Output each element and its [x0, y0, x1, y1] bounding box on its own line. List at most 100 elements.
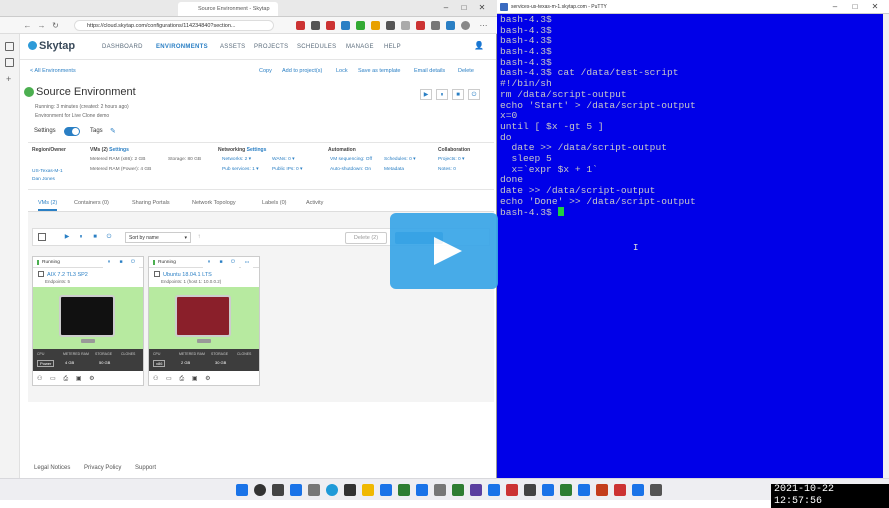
forward-icon[interactable]: →: [36, 20, 47, 31]
support-link[interactable]: Support: [135, 465, 156, 471]
nav-environments[interactable]: ENVIRONMENTS: [156, 44, 208, 50]
app-icon[interactable]: [614, 484, 626, 496]
app-icon[interactable]: [452, 484, 464, 496]
nav-manage[interactable]: MANAGE: [346, 44, 374, 50]
settings-toggle[interactable]: [64, 127, 80, 136]
explorer-icon[interactable]: [362, 484, 374, 496]
maximize-icon[interactable]: □: [849, 1, 861, 13]
more-icon[interactable]: •••: [241, 257, 253, 268]
app-icon[interactable]: [416, 484, 428, 496]
app-icon[interactable]: [632, 484, 644, 496]
start-icon[interactable]: [236, 484, 248, 496]
power-icon[interactable]: ⏻: [468, 89, 480, 100]
breadcrumb[interactable]: < All Environments: [30, 68, 76, 74]
extension-icon[interactable]: [371, 21, 380, 30]
pub-services-value[interactable]: Pub services: 1 ▾: [222, 167, 259, 172]
skytap-logo[interactable]: Skytap: [28, 40, 75, 52]
projects-value[interactable]: Projects: 0 ▾: [438, 157, 464, 162]
word-icon[interactable]: [578, 484, 590, 496]
vm-cpu[interactable]: x86: [153, 360, 166, 367]
sort-select[interactable]: Sort by name ▾: [125, 232, 191, 243]
vm-thumbnail[interactable]: [33, 287, 143, 349]
nav-projects[interactable]: PROJECTS: [254, 44, 288, 50]
vms-settings-link[interactable]: Settings: [109, 147, 129, 153]
email-details-action[interactable]: Email details: [414, 68, 445, 74]
extension-icon[interactable]: [386, 21, 395, 30]
vm-ram[interactable]: 2 GB: [179, 360, 192, 365]
nav-assets[interactable]: ASSETS: [220, 44, 245, 50]
tab-vms[interactable]: VMs (2): [38, 200, 58, 211]
vm-card[interactable]: Running ⏸ ■ ⏻ AIX 7.2 TL3 SP2 Endpoints:…: [32, 256, 144, 386]
tab-labels[interactable]: Labels (0): [262, 200, 286, 206]
add-icon[interactable]: +: [6, 74, 11, 84]
tab-sharing-portals[interactable]: Sharing Portals: [132, 200, 170, 206]
auto-shutdown-value[interactable]: Auto-shutdown: On: [330, 167, 371, 172]
schedules-value[interactable]: Schedules: 0 ▾: [384, 157, 415, 162]
vm-checkbox[interactable]: [38, 271, 44, 277]
extension-icon[interactable]: [416, 21, 425, 30]
vm-card[interactable]: Running ⏸ ■ ⏻ ••• Ubuntu 18.04.1 LTS End…: [148, 256, 260, 386]
tabs-icon[interactable]: [5, 42, 14, 51]
search-icon[interactable]: [254, 484, 266, 496]
close-icon[interactable]: ✕: [869, 1, 881, 13]
networks-value[interactable]: Networks: 2 ▾: [222, 157, 251, 162]
terminal-app-icon[interactable]: [344, 484, 356, 496]
nav-schedules[interactable]: SCHEDULES: [297, 44, 336, 50]
nav-help[interactable]: HELP: [384, 44, 401, 50]
vm-checkbox[interactable]: [154, 271, 160, 277]
edit-tags-icon[interactable]: ✎: [110, 127, 116, 135]
menu-icon[interactable]: ⋯: [478, 20, 489, 31]
user-icon[interactable]: 👤: [474, 41, 484, 50]
extension-icon[interactable]: [401, 21, 410, 30]
vm-ram[interactable]: 4 GB: [63, 360, 76, 365]
vm-name[interactable]: Ubuntu 18.04.1 LTS: [154, 271, 212, 278]
region-value[interactable]: US-Texas-M-1: [32, 169, 63, 174]
suspend-icon[interactable]: ⏸: [436, 89, 448, 100]
refresh-icon[interactable]: ↻: [50, 20, 61, 31]
extension-icon[interactable]: [311, 21, 320, 30]
clock[interactable]: 2021-10-22 12:57:56: [771, 484, 889, 508]
shutdown-icon[interactable]: ■: [215, 257, 227, 268]
vm-sequencing-value[interactable]: VM sequencing: Off: [330, 157, 372, 162]
profile-icon[interactable]: [461, 21, 470, 30]
lock-action[interactable]: Lock: [336, 68, 348, 74]
networking-settings-link[interactable]: Settings: [247, 147, 267, 153]
vm-action-icons[interactable]: ⚇ ▭ ⎙ ▣ ⚙: [37, 375, 98, 383]
run-icon[interactable]: ▶: [61, 232, 73, 243]
vm-action-icons[interactable]: ⚇ ▭ ⎙ ▣ ⚙: [153, 375, 214, 383]
public-ips-value[interactable]: Public IPs: 0 ▾: [272, 167, 302, 172]
shutdown-icon[interactable]: ■: [115, 257, 127, 268]
app-icon[interactable]: [434, 484, 446, 496]
app-icon[interactable]: [524, 484, 536, 496]
tab-network-topology[interactable]: Network Topology: [192, 200, 236, 206]
delete-action[interactable]: Delete: [458, 68, 474, 74]
nav-dashboard[interactable]: DASHBOARD: [102, 44, 143, 50]
terminal-prompt[interactable]: bash-4.3$: [500, 207, 870, 219]
vm-cpu[interactable]: Power: [37, 360, 55, 367]
power-icon[interactable]: ⏻: [127, 257, 139, 268]
maximize-icon[interactable]: □: [458, 2, 470, 14]
mail-icon[interactable]: [380, 484, 392, 496]
tab-containers[interactable]: Containers (0): [74, 200, 109, 206]
metadata-value[interactable]: Metadata: [384, 167, 404, 172]
teams-icon[interactable]: [470, 484, 482, 496]
browser-tab[interactable]: Source Environment - Skytap: [178, 2, 278, 16]
edge-icon[interactable]: [326, 484, 338, 496]
notes-value[interactable]: Notes: 0: [438, 167, 456, 172]
select-all-checkbox[interactable]: [38, 233, 46, 241]
app-icon[interactable]: [542, 484, 554, 496]
copy-action[interactable]: Copy: [259, 68, 272, 74]
suspend-icon[interactable]: ⏸: [75, 232, 87, 243]
powerpoint-icon[interactable]: [596, 484, 608, 496]
extension-icon[interactable]: [356, 21, 365, 30]
save-template-action[interactable]: Save as template: [358, 68, 401, 74]
extension-icon[interactable]: [296, 21, 305, 30]
collections-icon[interactable]: [5, 58, 14, 67]
shutdown-icon[interactable]: ■: [89, 232, 101, 243]
suspend-icon[interactable]: ⏸: [203, 257, 215, 268]
delete-vms-button[interactable]: Delete (2): [345, 232, 387, 244]
privacy-policy-link[interactable]: Privacy Policy: [84, 465, 121, 471]
video-play-button[interactable]: [390, 213, 498, 289]
task-view-icon[interactable]: [272, 484, 284, 496]
app-icon[interactable]: [650, 484, 662, 496]
